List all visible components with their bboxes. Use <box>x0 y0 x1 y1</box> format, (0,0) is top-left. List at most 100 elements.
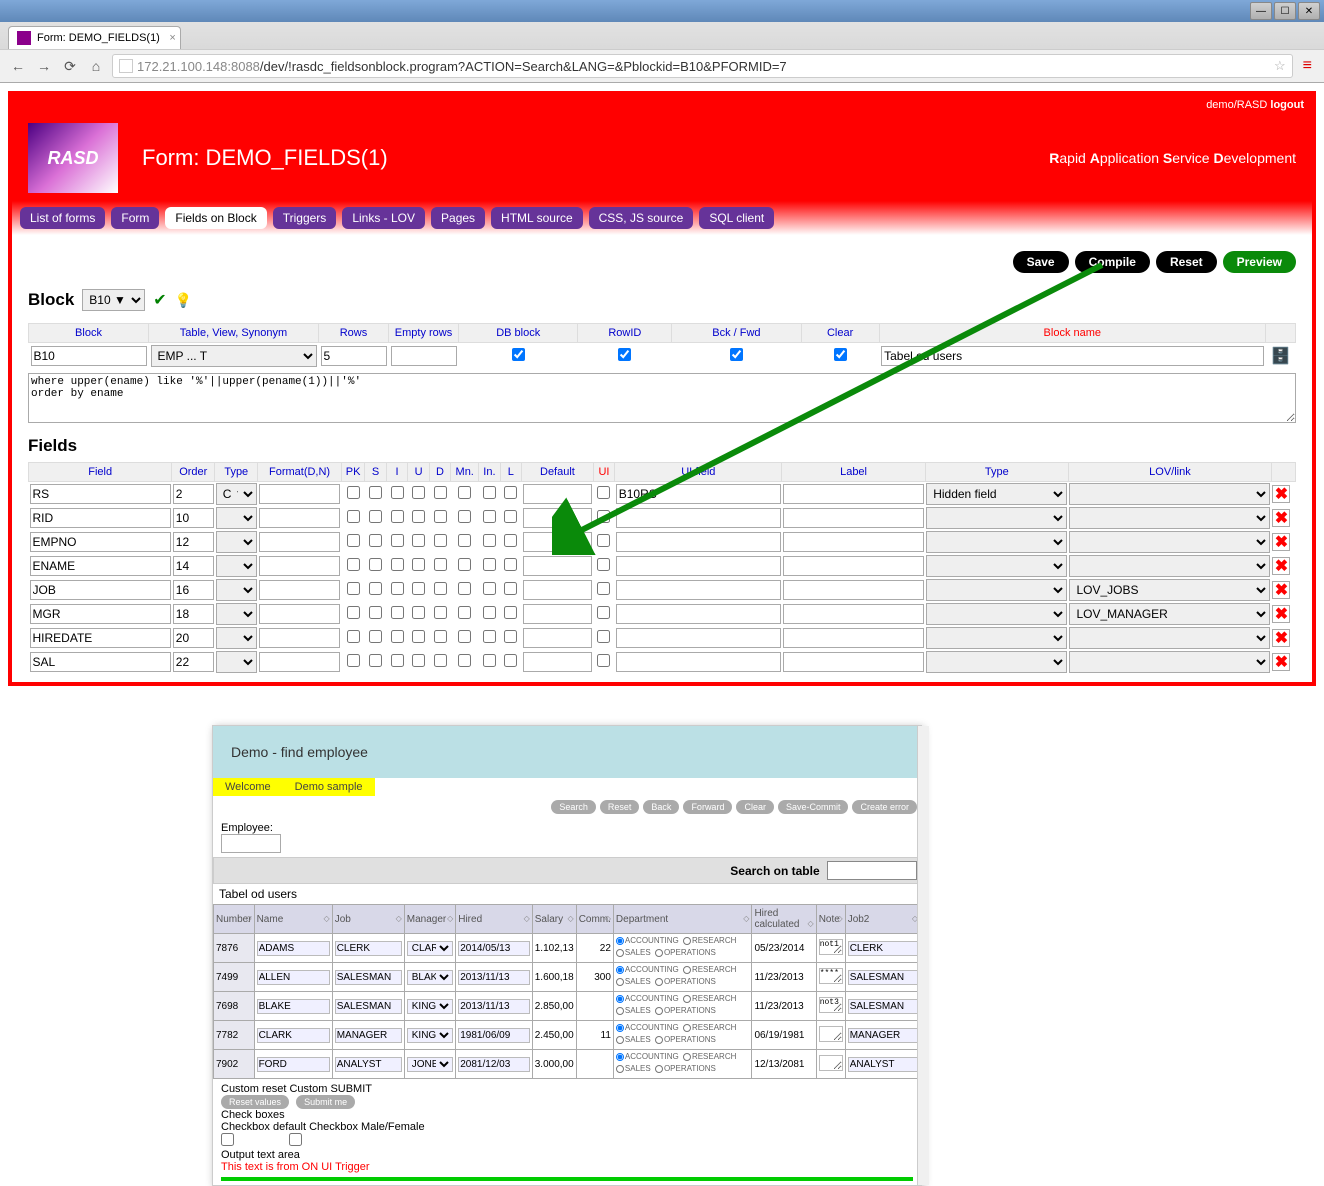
default-input[interactable] <box>523 580 593 600</box>
mn-checkbox[interactable] <box>458 630 471 643</box>
u-checkbox[interactable] <box>412 558 425 571</box>
manager-select[interactable]: CLARK <box>407 941 453 956</box>
hired-input[interactable] <box>458 941 530 956</box>
data-column-header[interactable]: Department◇ <box>613 905 752 934</box>
name-input[interactable] <box>257 970 330 985</box>
order-input[interactable] <box>173 508 214 528</box>
type-select[interactable] <box>216 603 257 625</box>
mn-checkbox[interactable] <box>458 534 471 547</box>
type-select[interactable] <box>216 579 257 601</box>
hamburger-icon[interactable]: ≡ <box>1299 57 1316 75</box>
l-checkbox[interactable] <box>504 510 517 523</box>
s-checkbox[interactable] <box>369 486 382 499</box>
d-checkbox[interactable] <box>434 606 447 619</box>
dept-radio[interactable] <box>655 1065 663 1073</box>
format-input[interactable] <box>259 628 341 648</box>
type-select[interactable]: C ▼ <box>216 483 257 505</box>
type2-select[interactable] <box>926 555 1067 577</box>
type2-select[interactable] <box>926 651 1067 673</box>
in-checkbox[interactable] <box>483 606 496 619</box>
i-checkbox[interactable] <box>391 606 404 619</box>
mn-checkbox[interactable] <box>458 558 471 571</box>
note-textarea[interactable]: **** <box>819 968 843 984</box>
u-checkbox[interactable] <box>412 510 425 523</box>
uifield-input[interactable] <box>616 556 781 576</box>
pk-checkbox[interactable] <box>347 606 360 619</box>
maximize-button[interactable]: ☐ <box>1274 2 1296 20</box>
s-checkbox[interactable] <box>369 654 382 667</box>
lov-select[interactable] <box>1069 507 1270 529</box>
ui-checkbox[interactable] <box>597 630 610 643</box>
label-input[interactable] <box>783 532 924 552</box>
menu-fields-on-block[interactable]: Fields on Block <box>165 207 266 229</box>
type2-select[interactable] <box>926 507 1067 529</box>
default-input[interactable] <box>523 652 593 672</box>
dept-radio[interactable] <box>655 1007 663 1015</box>
type2-select[interactable] <box>926 531 1067 553</box>
u-checkbox[interactable] <box>412 486 425 499</box>
db-icon[interactable]: 🗄️ <box>1271 348 1291 365</box>
minimize-button[interactable]: — <box>1250 2 1272 20</box>
hired-input[interactable] <box>458 970 530 985</box>
mn-checkbox[interactable] <box>458 654 471 667</box>
in-checkbox[interactable] <box>483 558 496 571</box>
search-input[interactable] <box>827 861 917 880</box>
close-tab-icon[interactable]: × <box>169 32 175 44</box>
employee-input[interactable] <box>221 834 281 853</box>
l-checkbox[interactable] <box>504 582 517 595</box>
back-icon[interactable]: ← <box>8 56 28 76</box>
pk-checkbox[interactable] <box>347 582 360 595</box>
empty-rows-input[interactable] <box>391 346 457 366</box>
lov-select[interactable] <box>1069 555 1270 577</box>
default-input[interactable] <box>523 532 593 552</box>
scrollbar[interactable] <box>917 726 929 1185</box>
order-input[interactable] <box>173 628 214 648</box>
dept-radio[interactable] <box>616 1036 624 1044</box>
format-input[interactable] <box>259 556 341 576</box>
order-input[interactable] <box>173 604 214 624</box>
sql-textarea[interactable]: where upper(ename) like '%'||upper(penam… <box>28 373 1296 423</box>
note-textarea[interactable]: not1 <box>819 939 843 955</box>
pk-checkbox[interactable] <box>347 558 360 571</box>
data-column-header[interactable]: Comm.◇ <box>576 905 613 934</box>
s-checkbox[interactable] <box>369 558 382 571</box>
mn-checkbox[interactable] <box>458 510 471 523</box>
reset-button[interactable]: Reset <box>1156 251 1217 273</box>
l-checkbox[interactable] <box>504 654 517 667</box>
dept-radio[interactable] <box>655 978 663 986</box>
job-input[interactable] <box>335 1028 402 1043</box>
manager-select[interactable]: BLAKE <box>407 970 453 985</box>
dept-radio[interactable] <box>683 966 691 974</box>
order-input[interactable] <box>173 556 214 576</box>
format-input[interactable] <box>259 508 341 528</box>
browser-tab[interactable]: Form: DEMO_FIELDS(1) × <box>8 26 181 49</box>
type2-select[interactable] <box>926 627 1067 649</box>
s-checkbox[interactable] <box>369 630 382 643</box>
in-checkbox[interactable] <box>483 534 496 547</box>
clear-checkbox[interactable] <box>834 348 847 361</box>
data-column-header[interactable]: Salary◇ <box>532 905 576 934</box>
field-name-input[interactable] <box>30 532 171 552</box>
job-input[interactable] <box>335 970 402 985</box>
job-input[interactable] <box>335 1057 402 1072</box>
dept-radio[interactable] <box>683 937 691 945</box>
field-name-input[interactable] <box>30 652 171 672</box>
manager-select[interactable]: KING <box>407 999 453 1014</box>
uifield-input[interactable] <box>616 604 781 624</box>
delete-row-icon[interactable]: ✖ <box>1272 509 1290 527</box>
data-column-header[interactable]: Number◇ <box>214 905 255 934</box>
in-checkbox[interactable] <box>483 654 496 667</box>
ui-checkbox[interactable] <box>597 558 610 571</box>
uifield-input[interactable] <box>616 628 781 648</box>
name-input[interactable] <box>257 1028 330 1043</box>
job2-input[interactable] <box>848 1028 918 1043</box>
l-checkbox[interactable] <box>504 558 517 571</box>
default-input[interactable] <box>523 508 593 528</box>
uifield-input[interactable] <box>616 652 781 672</box>
field-name-input[interactable] <box>30 556 171 576</box>
label-input[interactable] <box>783 580 924 600</box>
type-select[interactable] <box>216 507 257 529</box>
type-select[interactable] <box>216 555 257 577</box>
dept-radio[interactable] <box>683 995 691 1003</box>
field-name-input[interactable] <box>30 484 171 504</box>
